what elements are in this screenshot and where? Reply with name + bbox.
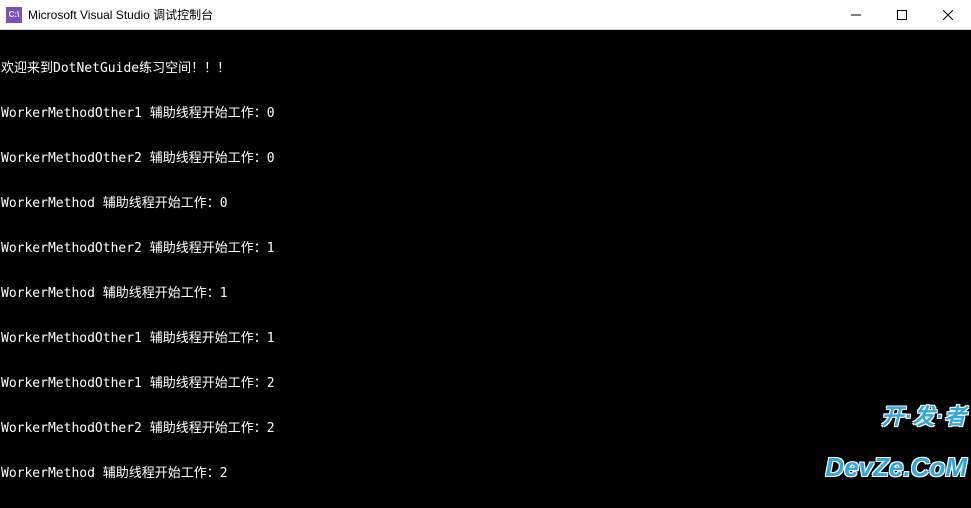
console-line: WorkerMethodOther1 辅助线程开始工作：0 — [1, 106, 971, 121]
maximize-button[interactable] — [879, 0, 925, 29]
console-line: WorkerMethodOther2 辅助线程开始工作：1 — [1, 241, 971, 256]
console-line: WorkerMethodOther1 辅助线程开始工作：1 — [1, 331, 971, 346]
window-controls — [833, 0, 971, 29]
window-title: Microsoft Visual Studio 调试控制台 — [28, 6, 213, 23]
minimize-icon — [851, 10, 861, 20]
console-line: WorkerMethod 辅助线程开始工作：2 — [1, 466, 971, 481]
close-icon — [943, 10, 953, 20]
minimize-button[interactable] — [833, 0, 879, 29]
console-line: WorkerMethodOther2 辅助线程开始工作：0 — [1, 151, 971, 166]
console-output[interactable]: 欢迎来到DotNetGuide练习空间！！！ WorkerMethodOther… — [0, 30, 971, 508]
console-line: 欢迎来到DotNetGuide练习空间！！！ — [1, 61, 971, 76]
console-line: WorkerMethod 辅助线程开始工作：1 — [1, 286, 971, 301]
maximize-icon — [897, 10, 907, 20]
watermark: 开·发·者 DevZe.CoM — [825, 380, 967, 506]
app-icon: C:\ — [6, 7, 22, 23]
titlebar: C:\ Microsoft Visual Studio 调试控制台 — [0, 0, 971, 30]
console-line: WorkerMethodOther1 辅助线程开始工作：2 — [1, 376, 971, 391]
console-line: WorkerMethodOther2 辅助线程开始工作：2 — [1, 421, 971, 436]
close-button[interactable] — [925, 0, 971, 29]
console-line: WorkerMethod 辅助线程开始工作：0 — [1, 196, 971, 211]
